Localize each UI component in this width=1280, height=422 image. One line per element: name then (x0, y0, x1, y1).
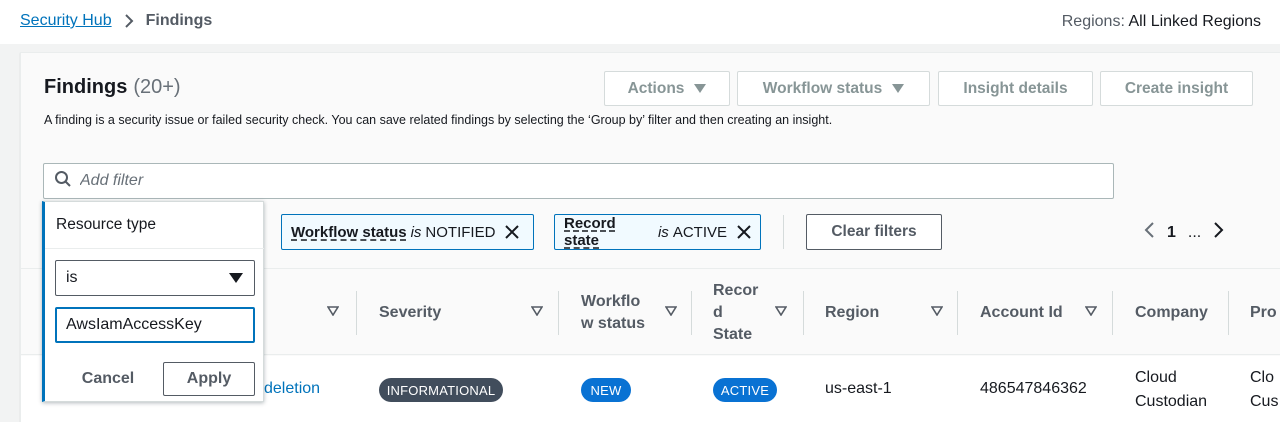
actions-button[interactable]: Actions (604, 71, 730, 106)
column-severity[interactable]: Severity (379, 269, 549, 356)
token-value: NOTIFIED (425, 223, 496, 241)
remove-token-icon[interactable] (505, 225, 520, 239)
cancel-button[interactable]: Cancel (57, 362, 159, 396)
column-region[interactable]: Region (825, 269, 955, 356)
value-input-wrapper[interactable] (55, 307, 255, 343)
page-number[interactable]: 1 (1167, 224, 1176, 242)
filter-token-workflow-status: Workflow status is NOTIFIED (281, 214, 534, 250)
column-label: Workflo w status (581, 292, 646, 332)
column-divider (957, 291, 958, 335)
resource-type-value-input[interactable] (66, 316, 246, 334)
token-divider (783, 215, 784, 249)
filter-token-record-state: Record state is ACTIVE (554, 214, 761, 250)
token-key: Record state (564, 215, 616, 249)
record-state-badge: ACTIVE (713, 378, 777, 402)
column-divider (803, 291, 804, 335)
create-insight-label: Create insight (1124, 79, 1229, 97)
column-label: Severity (379, 303, 442, 321)
column-divider (558, 291, 559, 335)
token-operator: is (410, 223, 422, 241)
company-cell: Cloud Custodian (1135, 369, 1208, 410)
breadcrumb: Security Hub Findings (20, 12, 212, 30)
sort-icon (531, 306, 543, 316)
column-company[interactable]: Company (1135, 269, 1225, 356)
column-account-id[interactable]: Account Id (980, 269, 1110, 356)
regions-indicator: Regions: All Linked Regions (1062, 13, 1261, 31)
create-insight-button[interactable]: Create insight (1100, 71, 1253, 106)
column-label: Region (825, 303, 880, 321)
token-key: Workflow status (291, 223, 407, 241)
column-divider (356, 291, 357, 335)
operator-select-value: is (66, 269, 78, 286)
title-sort[interactable] (327, 269, 347, 356)
column-divider (1112, 291, 1113, 335)
caret-down-icon (229, 273, 243, 283)
column-label: Pro (1250, 303, 1277, 321)
workflow-status-button[interactable]: Workflow status (737, 71, 930, 106)
search-icon (54, 170, 72, 193)
caret-down-icon (694, 84, 707, 93)
page-title: Findings (20+) (44, 76, 181, 99)
column-record-state[interactable]: Recor d State (713, 269, 793, 356)
token-operator: is (657, 223, 669, 241)
sort-icon (665, 306, 677, 316)
column-divider (691, 291, 692, 335)
finding-title-link[interactable]: deletion (264, 380, 320, 398)
regions-label: Regions: (1061, 13, 1125, 30)
insight-details-button[interactable]: Insight details (938, 71, 1093, 106)
column-product[interactable]: Pro (1250, 269, 1280, 356)
popover-divider (45, 248, 264, 249)
page-ellipsis: ... (1187, 223, 1202, 241)
resource-type-filter-popover: Resource type is Cancel Apply (42, 201, 264, 402)
top-bar: Security Hub Findings Regions: All Linke… (0, 0, 1280, 44)
filter-search-box[interactable] (43, 163, 1114, 199)
region-cell: us-east-1 (825, 380, 892, 397)
clear-filters-button[interactable]: Clear filters (806, 214, 942, 250)
column-divider (1228, 291, 1229, 335)
column-label: Recor d State (713, 281, 759, 343)
workflow-status-button-label: Workflow status (762, 79, 883, 97)
sort-icon (327, 306, 339, 316)
operator-select[interactable]: is (55, 260, 255, 296)
next-page-icon[interactable] (1213, 221, 1225, 244)
popover-title: Resource type (56, 216, 156, 233)
actions-button-label: Actions (627, 79, 685, 97)
insight-details-label: Insight details (963, 79, 1068, 97)
pagination: 1 ... (1143, 221, 1225, 244)
column-label: Company (1135, 303, 1208, 321)
sort-icon (931, 306, 943, 316)
add-filter-input[interactable] (80, 172, 980, 190)
sort-icon (775, 306, 787, 316)
breadcrumb-findings: Findings (145, 12, 213, 29)
panel-title-text: Findings (44, 76, 128, 98)
product-cell: Clo Cus (1250, 369, 1279, 410)
remove-token-icon[interactable] (737, 225, 751, 239)
token-value: ACTIVE (672, 223, 727, 241)
column-label: Account Id (980, 303, 1063, 321)
sort-icon (1085, 306, 1097, 316)
account-id-cell: 486547846362 (980, 380, 1087, 397)
workflow-status-badge: NEW (581, 378, 631, 402)
previous-page-icon[interactable] (1143, 221, 1155, 244)
findings-count: (20+) (133, 76, 181, 98)
severity-badge: INFORMATIONAL (379, 378, 503, 402)
breadcrumb-security-hub[interactable]: Security Hub (20, 12, 112, 30)
column-workflow-status[interactable]: Workflo w status (581, 269, 681, 356)
caret-down-icon (892, 84, 905, 93)
apply-button[interactable]: Apply (163, 362, 255, 396)
chevron-right-icon (124, 13, 134, 29)
regions-value: All Linked Regions (1128, 13, 1261, 30)
panel-description: A finding is a security issue or failed … (44, 113, 833, 127)
